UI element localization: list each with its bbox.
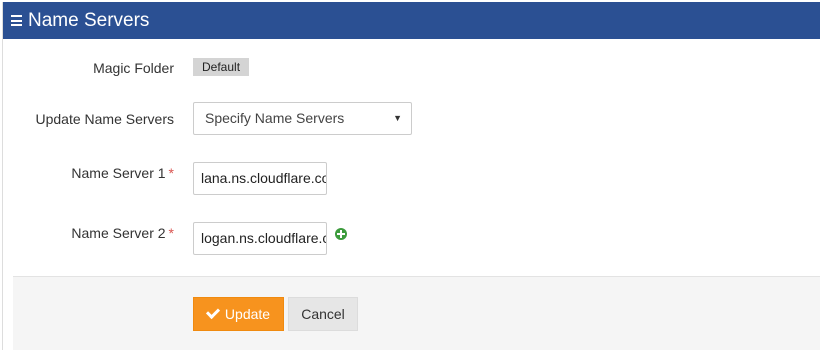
update-name-servers-selected: Specify Name Servers [205, 110, 345, 126]
check-icon [205, 304, 220, 320]
name-server-1-label: Name Server 1 * [71, 165, 174, 181]
plus-circle-icon[interactable] [335, 228, 347, 240]
required-asterisk: * [168, 165, 174, 181]
magic-folder-label: Magic Folder [93, 60, 174, 76]
name-servers-panel: Name Servers Magic Folder Default Update… [2, 2, 820, 350]
update-name-servers-select[interactable]: Specify Name Servers ▼ [193, 102, 412, 135]
menu-icon [11, 15, 22, 26]
name-server-2-label: Name Server 2 * [71, 225, 174, 241]
update-name-servers-label: Update Name Servers [35, 111, 174, 127]
panel-title: Name Servers [28, 10, 150, 31]
name-server-2-label-text: Name Server 2 [71, 225, 166, 241]
required-asterisk: * [168, 225, 174, 241]
name-server-1-input[interactable]: lana.ns.cloudflare.com [193, 162, 327, 195]
name-server-1-label-text: Name Server 1 [71, 165, 166, 181]
cancel-button[interactable]: Cancel [288, 297, 358, 331]
caret-down-icon: ▼ [393, 113, 402, 123]
form-footer: Update Cancel [13, 276, 820, 350]
name-server-2-input[interactable]: logan.ns.cloudflare.com [193, 222, 327, 255]
update-button[interactable]: Update [193, 297, 284, 331]
panel-header: Name Servers [3, 2, 820, 39]
magic-folder-badge: Default [193, 58, 250, 76]
update-button-label: Update [224, 306, 271, 322]
